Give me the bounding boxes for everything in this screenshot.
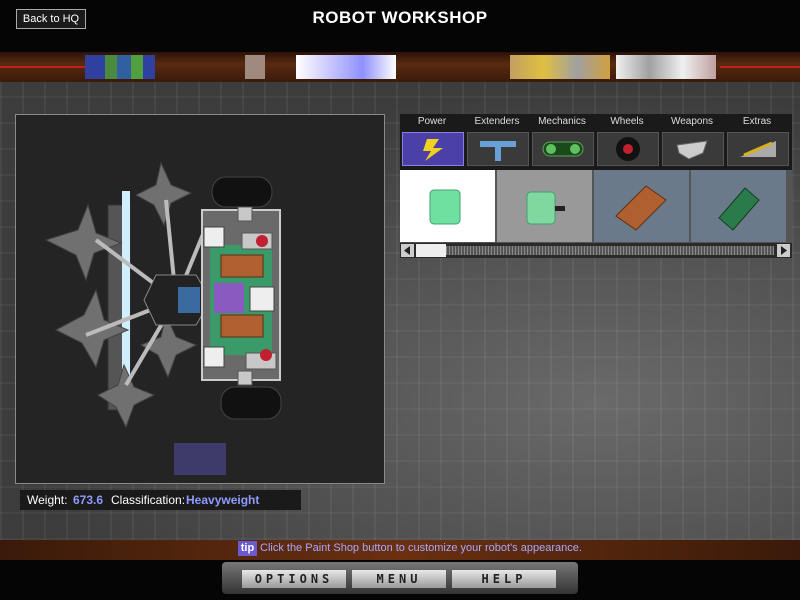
tab-wheels[interactable]: Wheels [595, 114, 659, 168]
tab-label: Extras [742, 116, 772, 127]
scroll-track[interactable] [446, 246, 774, 255]
blade-icon [662, 132, 724, 166]
part-green-board[interactable] [691, 170, 786, 242]
tip-text: Click the Paint Shop button to customize… [260, 542, 582, 554]
page-title: ROBOT WORKSHOP [312, 8, 488, 27]
nav-frame: OPTIONS MENU HELP [222, 562, 578, 594]
weight-value: 673.6 [73, 493, 104, 507]
robot-preview-viewport[interactable] [15, 114, 385, 484]
orange-circuit-board-icon [615, 185, 667, 231]
weight-info-bar: Weight: 673.6 Classification: Heavyweigh… [20, 490, 301, 510]
green-battery-with-plug-icon [526, 191, 565, 225]
tab-label: Wheels [610, 116, 644, 127]
green-battery-icon [429, 189, 461, 225]
help-button[interactable]: HELP [452, 570, 556, 588]
bottom-nav-bar: OPTIONS MENU HELP [0, 560, 800, 600]
tab-extras[interactable]: Extras [725, 114, 789, 168]
decorative-band [0, 52, 800, 82]
classification-value: Heavyweight [186, 493, 260, 507]
scroll-thumb[interactable] [416, 244, 446, 257]
parts-scrollbar[interactable] [400, 243, 792, 258]
part-category-tabs: Power Extenders Mechanics Wheels Weapons… [400, 114, 792, 170]
tab-label: Mechanics [538, 116, 586, 127]
tab-power[interactable]: Power [400, 114, 464, 168]
tip-bar: tip Click the Paint Shop button to custo… [0, 540, 800, 560]
part-green-battery-plug[interactable] [497, 170, 592, 242]
weight-label: Weight: [27, 493, 68, 507]
lightning-bolt-icon [402, 132, 464, 166]
menu-button[interactable]: MENU [352, 570, 446, 588]
classification-label: Classification: [111, 493, 186, 507]
wedge-icon [727, 132, 789, 166]
scroll-right-arrow-icon[interactable] [777, 244, 790, 257]
tab-extenders[interactable]: Extenders [465, 114, 529, 168]
tab-weapons[interactable]: Weapons [660, 114, 724, 168]
parts-strip [400, 170, 792, 242]
tab-label: Extenders [474, 116, 520, 127]
scroll-left-arrow-icon[interactable] [401, 244, 414, 257]
green-circuit-board-icon [718, 187, 760, 231]
top-bar: Back to HQ ROBOT WORKSHOP [0, 0, 800, 52]
part-orange-board[interactable] [594, 170, 689, 242]
belt-pulley-icon [532, 132, 594, 166]
tab-label: Power [417, 116, 447, 127]
options-button[interactable]: OPTIONS [242, 570, 346, 588]
paint-color-swatch[interactable] [174, 443, 226, 475]
wheel-icon [597, 132, 659, 166]
part-green-battery[interactable] [400, 170, 495, 242]
tab-mechanics[interactable]: Mechanics [530, 114, 594, 168]
t-extender-icon [467, 132, 529, 166]
tab-label: Weapons [670, 116, 714, 127]
tip-badge: tip [238, 541, 257, 556]
robot-model-icon [44, 161, 282, 429]
